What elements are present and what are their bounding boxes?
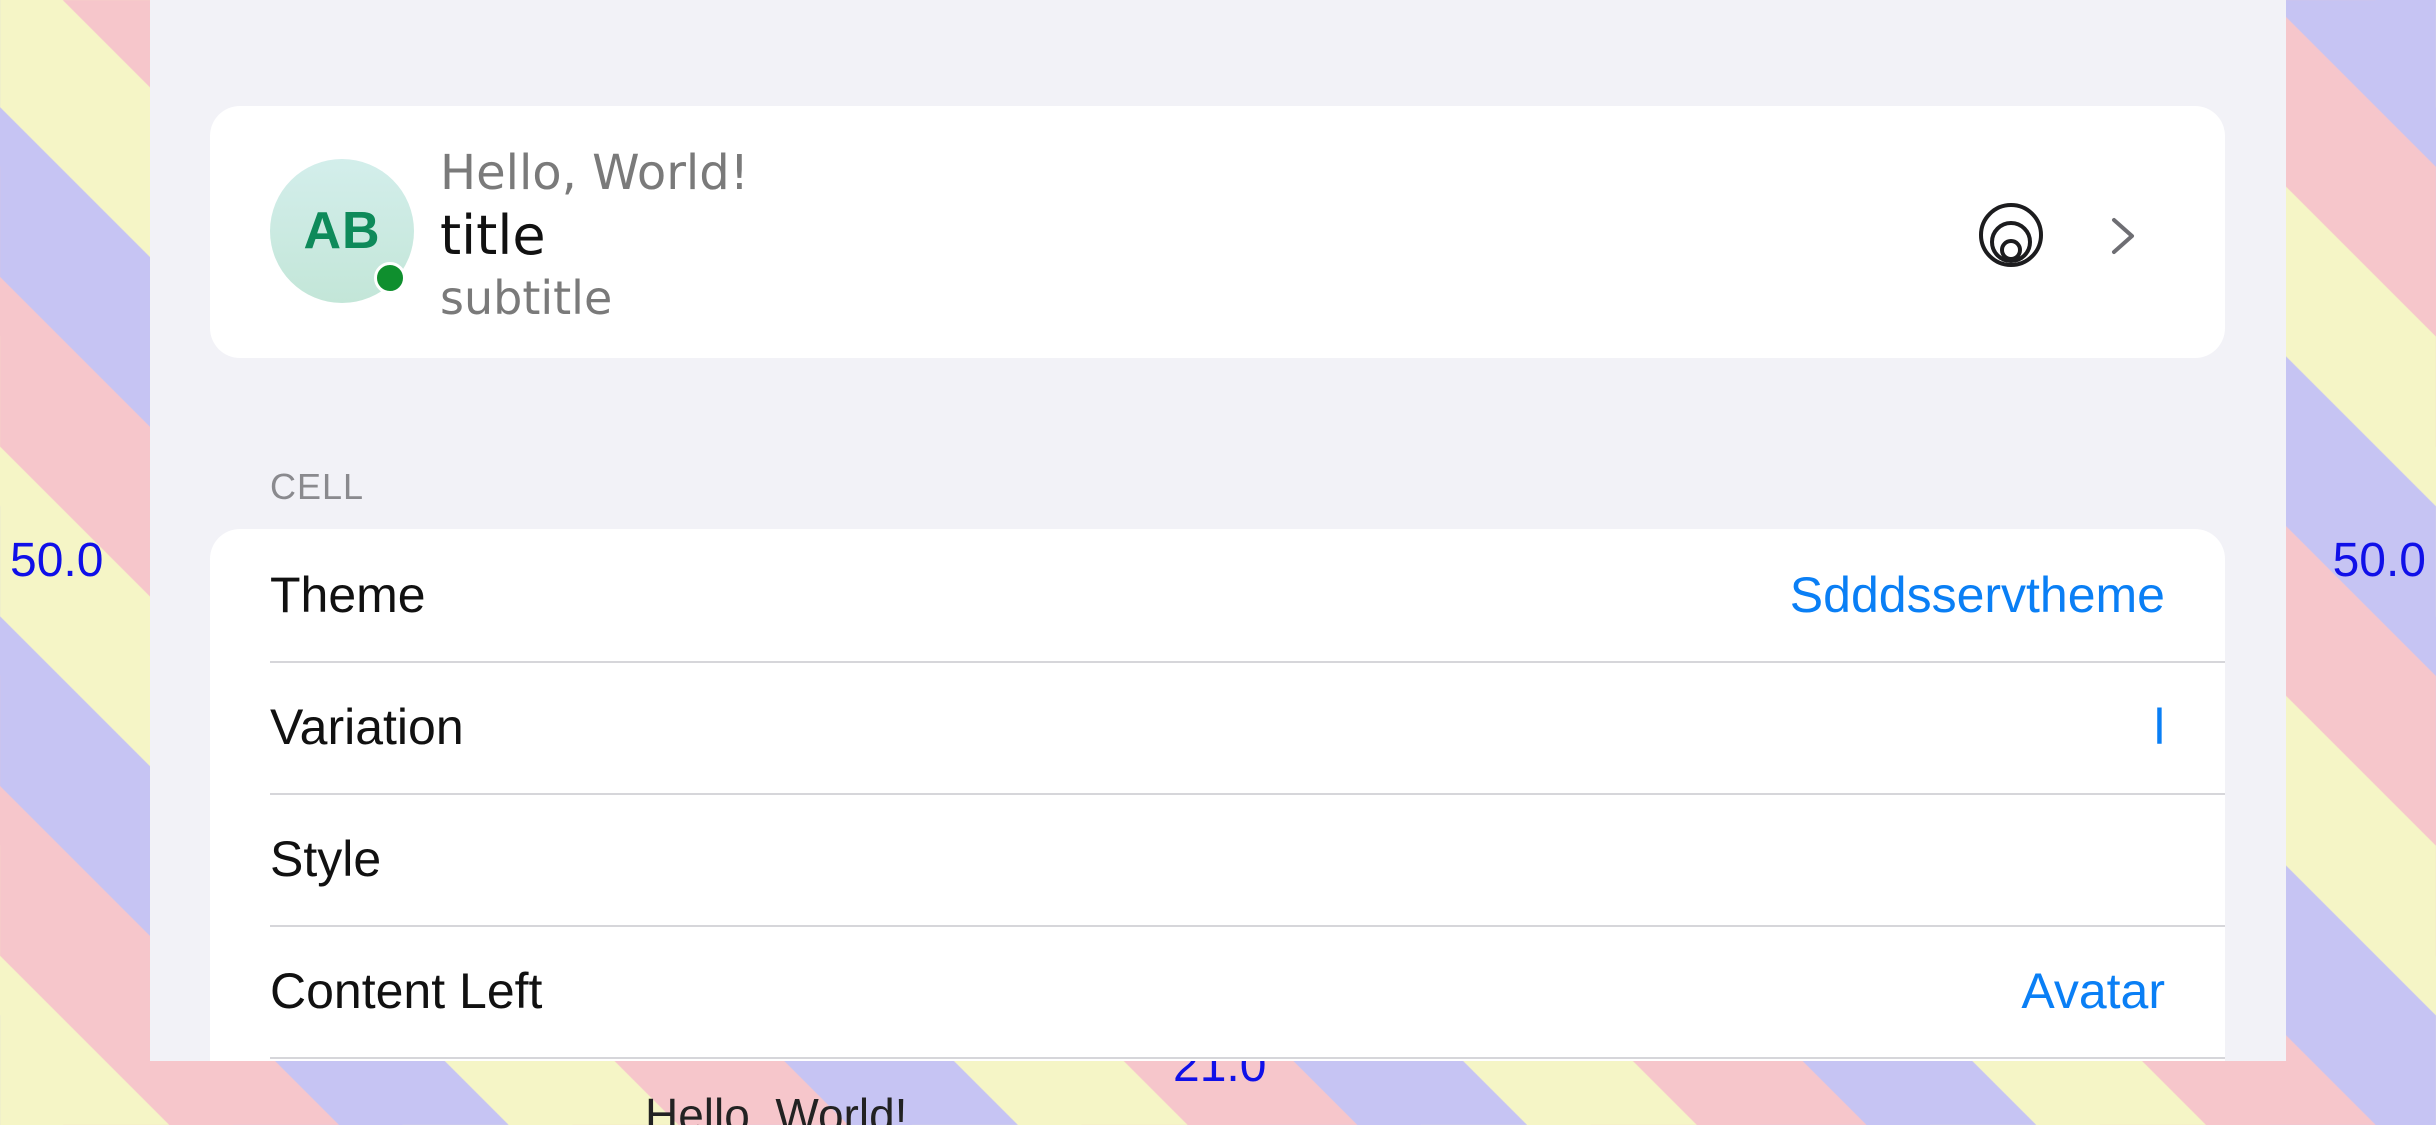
setting-label: Variation bbox=[270, 699, 464, 755]
section-header: CELL bbox=[270, 466, 365, 507]
setting-label: Style bbox=[270, 831, 382, 887]
profile-overline: Hello, World! bbox=[440, 145, 749, 201]
setting-label: Content Left bbox=[270, 963, 543, 1019]
settings-list: Theme Sdddsservtheme Variation l Style C… bbox=[210, 529, 2225, 1061]
profile-text: Hello, World! title subtitle bbox=[440, 142, 749, 328]
profile-title: title bbox=[440, 204, 546, 267]
setting-value: Sdddsservtheme bbox=[1789, 567, 2165, 623]
profile-cell[interactable]: AB Hello, World! title subtitle bbox=[210, 106, 2225, 358]
safe-area-left-label: 50.0 bbox=[10, 534, 104, 587]
setting-value: l bbox=[2153, 699, 2165, 755]
target-icon[interactable] bbox=[1978, 202, 2044, 268]
profile-subtitle: subtitle bbox=[440, 271, 613, 325]
avatar[interactable]: AB bbox=[270, 159, 414, 303]
setting-row-variation[interactable]: Variation l bbox=[270, 661, 2225, 795]
setting-value: Avatar bbox=[2021, 963, 2165, 1019]
avatar-initials: AB bbox=[303, 202, 381, 260]
bottom-overflow-text: Hello, World! bbox=[645, 1089, 908, 1125]
app-screen: AB Hello, World! title subtitle CELL The… bbox=[150, 0, 2286, 1061]
safe-area-right-label: 50.0 bbox=[2332, 534, 2426, 587]
setting-row-style[interactable]: Style bbox=[270, 793, 2225, 927]
setting-label: Theme bbox=[270, 567, 426, 623]
chevron-right-icon[interactable] bbox=[2108, 216, 2138, 256]
setting-row-theme[interactable]: Theme Sdddsservtheme bbox=[270, 529, 2225, 663]
online-status-dot bbox=[374, 262, 406, 294]
setting-row-content-left[interactable]: Content Left Avatar bbox=[270, 925, 2225, 1059]
